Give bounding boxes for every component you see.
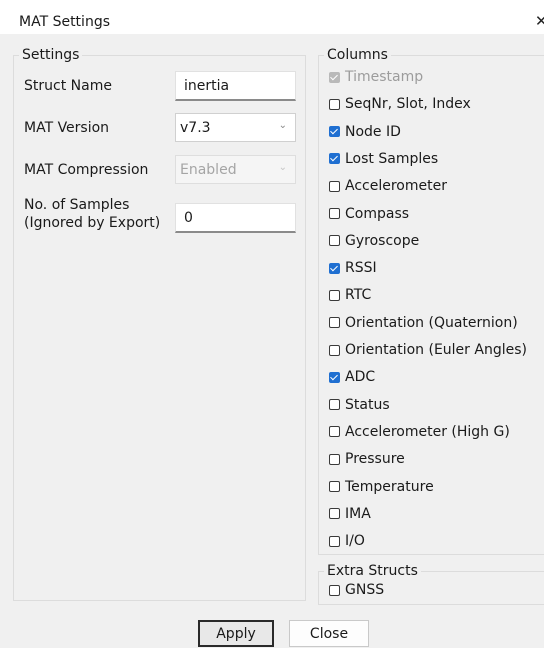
checkbox-ima[interactable]: IMA <box>329 504 371 524</box>
checkmark-icon <box>330 72 338 80</box>
checkbox-checked-icon <box>329 71 340 83</box>
checkmark-icon <box>330 263 338 271</box>
window-title: MAT Settings <box>19 14 110 30</box>
checkbox-empty-icon <box>329 399 340 411</box>
columns-legend: Columns <box>327 47 388 63</box>
close-icon[interactable]: ✕ <box>535 12 544 30</box>
checkmark-icon <box>330 372 338 381</box>
checkmark-icon <box>330 154 338 162</box>
checkbox-empty-icon <box>329 453 340 465</box>
checkbox-label: Gyroscope <box>345 232 420 249</box>
checkbox-empty-icon <box>329 508 340 520</box>
checkbox-empty-icon <box>329 584 340 596</box>
checkbox-empty-icon <box>329 235 340 247</box>
mat-version-value: v7.3 <box>180 119 211 136</box>
extra-structs-legend: Extra Structs <box>327 563 418 579</box>
checkbox-gyroscope[interactable]: Gyroscope <box>329 231 419 251</box>
checkbox-label: RTC <box>345 287 372 304</box>
checkbox-i-o[interactable]: I/O <box>329 531 365 551</box>
checkbox-label: Timestamp <box>345 69 424 85</box>
checkbox-orientation-euler-angles[interactable]: Orientation (Euler Angles) <box>329 340 527 360</box>
struct-name-label: Struct Name <box>24 78 112 94</box>
checkbox-label: Pressure <box>345 451 405 468</box>
checkbox-label: Accelerometer <box>345 178 447 195</box>
checkbox-empty-icon <box>329 289 340 301</box>
chevron-down-icon: ⌄ <box>278 162 287 173</box>
checkbox-compass[interactable]: Compass <box>329 204 409 224</box>
checkbox-status[interactable]: Status <box>329 395 390 415</box>
checkbox-empty-icon <box>329 208 340 219</box>
mat-version-select[interactable]: v7.3 ⌄ <box>175 113 296 142</box>
checkbox-temperature[interactable]: Temperature <box>329 477 434 497</box>
checkbox-accelerometer-high-g[interactable]: Accelerometer (High G) <box>329 422 510 442</box>
checkbox-timestamp: Timestamp <box>329 67 423 87</box>
mat-version-label: MAT Version <box>24 120 110 136</box>
checkbox-label: Orientation (Quaternion) <box>345 314 518 331</box>
checkbox-checked-icon <box>329 126 340 138</box>
checkbox-adc[interactable]: ADC <box>329 367 375 387</box>
checkbox-empty-icon <box>329 98 340 110</box>
checkmark-icon <box>330 126 338 135</box>
checkbox-label: Orientation (Euler Angles) <box>345 342 527 358</box>
checkbox-pressure[interactable]: Pressure <box>329 449 405 469</box>
settings-legend: Settings <box>22 47 80 63</box>
checkbox-accelerometer[interactable]: Accelerometer <box>329 176 447 196</box>
checkbox-label: Accelerometer (High G) <box>345 423 510 440</box>
struct-name-input[interactable]: inertia <box>175 71 296 101</box>
checkbox-checked-icon <box>329 371 340 383</box>
checkbox-label: Temperature <box>345 478 434 495</box>
checkbox-label: Compass <box>345 205 410 222</box>
checkbox-checked-icon <box>329 262 340 274</box>
checkbox-label: GNSS <box>345 582 385 598</box>
checkbox-label: IMA <box>345 505 371 522</box>
checkbox-rtc[interactable]: RTC <box>329 285 371 305</box>
title-bar: MAT Settings ✕ <box>0 0 544 34</box>
checkbox-node-id[interactable]: Node ID <box>329 122 401 142</box>
checkbox-checked-icon <box>329 153 340 165</box>
checkbox-label: ADC <box>345 369 376 386</box>
checkbox-empty-icon <box>329 535 340 547</box>
mat-compression-label: MAT Compression <box>24 162 149 178</box>
checkbox-seqnr-slot-index[interactable]: SeqNr, Slot, Index <box>329 94 471 114</box>
checkbox-label: SeqNr, Slot, Index <box>345 96 471 113</box>
checkbox-empty-icon <box>329 180 340 192</box>
checkbox-rssi[interactable]: RSSI <box>329 258 377 278</box>
checkbox-label: Status <box>345 396 390 413</box>
checkbox-orientation-quaternion[interactable]: Orientation (Quaternion) <box>329 313 518 333</box>
checkbox-label: Node ID <box>345 123 401 140</box>
checkbox-label: Lost Samples <box>345 150 439 167</box>
chevron-down-icon: ⌄ <box>278 120 287 131</box>
samples-label-line1: No. of Samples <box>24 197 130 213</box>
mat-compression-value: Enabled <box>180 161 237 178</box>
close-button[interactable]: Close <box>289 620 369 647</box>
checkbox-lost-samples[interactable]: Lost Samples <box>329 149 438 169</box>
checkbox-label: RSSI <box>345 260 377 277</box>
mat-compression-select: Enabled ⌄ <box>175 155 296 184</box>
samples-label-line2: (Ignored by Export) <box>24 215 161 231</box>
checkbox-empty-icon <box>329 344 340 356</box>
samples-input[interactable]: 0 <box>175 203 296 233</box>
checkbox-empty-icon <box>329 426 340 438</box>
samples-label: No. of Samples (Ignored by Export) <box>24 196 160 232</box>
checkbox-gnss[interactable]: GNSS <box>329 580 384 600</box>
apply-button[interactable]: Apply <box>198 620 274 647</box>
checkbox-empty-icon <box>329 317 340 329</box>
checkbox-empty-icon <box>329 481 340 492</box>
checkbox-label: I/O <box>345 533 365 550</box>
